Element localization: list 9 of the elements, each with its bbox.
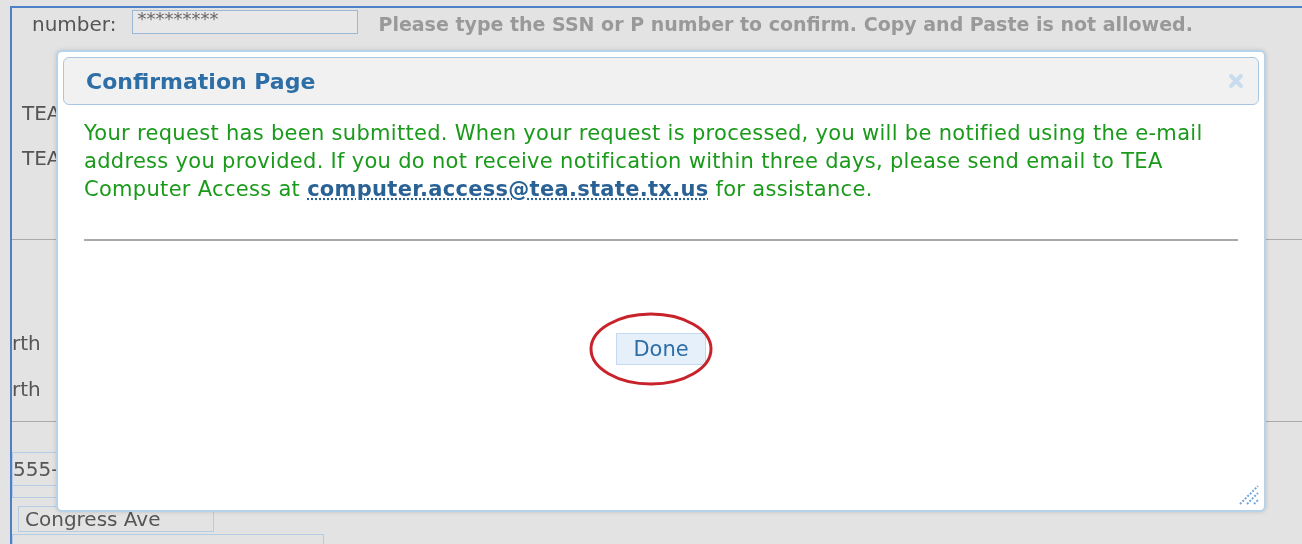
hint-text: Please type the SSN or P number to confirm. Copy and Paste is not allowed. bbox=[378, 14, 1193, 34]
email-link[interactable]: computer.access@tea.state.tx.us bbox=[307, 177, 709, 201]
done-button[interactable]: Done bbox=[616, 333, 706, 365]
dialog-title: Confirmation Page bbox=[86, 67, 316, 96]
field-label: rth bbox=[12, 376, 41, 403]
field-label: number: bbox=[32, 14, 117, 34]
ssn-field[interactable]: ********* bbox=[132, 10, 359, 34]
confirmation-message: Your request has been submitted. When your request is processed, you will be notified using the e-mail address you provided. If you do not receive notification within three days, please send email to TEA Computer Access at computer.access@tea.state.tx.us for assistance. bbox=[84, 120, 1204, 203]
field-label: rth bbox=[12, 330, 41, 357]
